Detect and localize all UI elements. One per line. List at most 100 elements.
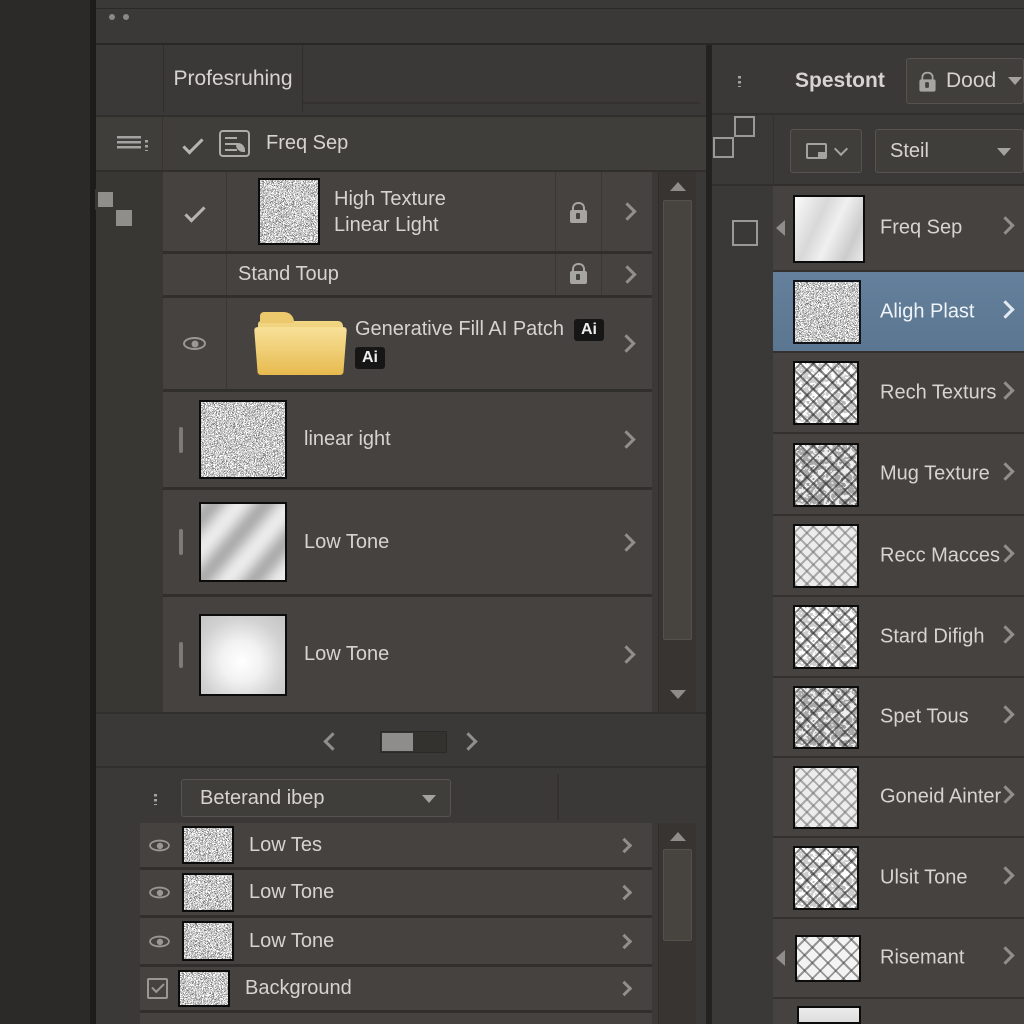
action-row-linear-ight[interactable]: linear ight [163,392,652,490]
chevron-right-icon[interactable] [996,946,1014,964]
layer-row-partial[interactable] [140,1013,652,1024]
chevron-right-icon[interactable] [617,430,635,448]
layer-thumbnail[interactable] [199,400,287,479]
layer-row-partial[interactable] [773,999,1024,1024]
list-options-icon[interactable] [117,136,141,151]
layer-row-freq-sep[interactable]: Freq Sep [773,186,1024,272]
collapse-triangle-icon[interactable] [776,220,785,236]
action-row-generative-fill[interactable]: Generative Fill AI Patch Ai Ai [163,298,652,392]
layer-row-ulsit-tone[interactable]: Ulsit Tone [773,838,1024,919]
layer-thumbnail[interactable] [793,766,859,829]
visibility-eye-icon[interactable] [149,887,170,899]
actions-scrollbar[interactable] [658,172,696,712]
chevron-right-icon[interactable] [617,334,635,352]
visibility-eye-icon[interactable] [149,935,170,947]
layer-row-aligh-plast[interactable]: Aligh Plast [773,272,1024,353]
chevron-right-icon[interactable] [996,625,1014,643]
set-enabled-checkmark[interactable] [182,133,203,154]
layer-thumbnail[interactable] [182,826,234,864]
chevron-right-icon[interactable] [996,866,1014,884]
action-row-high-texture[interactable]: High Texture Linear Light [163,172,652,254]
tab-profesruhing[interactable]: Profesruhing [163,45,303,112]
layer-name: Recc Macces [880,544,1000,567]
chevron-right-icon[interactable] [617,645,635,663]
collapse-triangle-icon[interactable] [776,950,785,966]
action-set-row[interactable]: Freq Sep [96,115,706,172]
layer-thumbnail[interactable] [797,1006,861,1024]
visibility-eye-icon[interactable] [183,337,206,350]
layer-thumbnail[interactable] [793,605,859,669]
pager-strip [96,712,706,766]
chevron-right-icon[interactable] [996,705,1014,723]
layer-thumbnail[interactable] [182,921,234,961]
lock-mode-button[interactable]: Dood [906,58,1024,104]
scroll-up-icon[interactable] [670,832,686,841]
layer-thumbnail[interactable] [793,443,859,507]
scrollbar-thumb[interactable] [663,849,692,941]
chevron-right-icon[interactable] [617,533,635,551]
layer-thumbnail[interactable] [178,970,230,1007]
style-dropdown-value: Steil [890,140,929,163]
chevron-right-icon[interactable] [996,462,1014,480]
dropdown-arrow-icon [1008,77,1022,85]
layer-thumbnail[interactable] [182,873,234,912]
layer-row-goneid-ainter[interactable]: Goneid Ainter [773,758,1024,838]
action-row-low-tone-2[interactable]: Low Tone [163,597,652,712]
chevron-right-icon[interactable] [617,981,633,997]
chevron-right-icon[interactable] [617,933,633,949]
layer-name: Background [245,977,352,1000]
layer-row-rech-texturs[interactable]: Rech Texturs [773,353,1024,434]
scroll-down-icon[interactable] [670,690,686,699]
blend-kind-dropdown[interactable] [790,129,862,173]
layer-row-risemant[interactable]: Risemant [773,919,1024,999]
layer-thumbnail[interactable] [793,524,859,588]
scroll-up-icon[interactable] [670,182,686,191]
layer-thumbnail[interactable] [793,280,861,344]
layers-filter-dropdown[interactable]: Beterand ibep [181,779,451,817]
panel-title: Spestont [795,69,885,93]
pager-track[interactable] [380,731,447,753]
layer-thumbnail[interactable] [199,614,287,696]
layer-row-stard-difigh[interactable]: Stard Difigh [773,597,1024,678]
layers-scrollbar[interactable] [658,823,696,1024]
style-dropdown[interactable]: Steil [875,129,1024,173]
layer-thumbnail[interactable] [793,846,859,910]
layer-thumbnail[interactable] [795,935,861,982]
folder-icon[interactable] [258,321,343,375]
chevron-right-icon[interactable] [996,381,1014,399]
layer-thumbnail[interactable] [258,178,320,245]
action-set-label[interactable]: Freq Sep [266,132,348,155]
layer-row-background[interactable]: Background [140,967,652,1013]
pager-prev-icon[interactable] [323,732,341,750]
chevron-right-icon[interactable] [618,265,636,283]
action-row-low-tone-1[interactable]: Low Tone [163,490,652,597]
chevron-right-icon[interactable] [996,300,1014,318]
chevron-right-icon[interactable] [617,885,633,901]
layer-checkbox[interactable] [147,978,168,999]
chevron-right-icon[interactable] [996,216,1014,234]
layer-thumbnail[interactable] [199,502,287,582]
layer-row-low-tone-b[interactable]: Low Tone [140,918,652,967]
pager-handle[interactable] [382,733,413,751]
lock-icon[interactable] [570,210,587,223]
chevron-right-icon[interactable] [617,837,633,853]
layer-row-spet-tous[interactable]: Spet Tous [773,678,1024,758]
layer-thumbnail[interactable] [793,361,859,425]
layer-thumbnail[interactable] [793,195,865,263]
actions-list-area: High Texture Linear Light Stand Toup [96,172,706,712]
layer-thumbnail[interactable] [793,686,859,749]
layer-row-low-tes[interactable]: Low Tes [140,823,652,870]
layer-row-recc-macces[interactable]: Recc Macces [773,516,1024,597]
action-row-stand-toup[interactable]: Stand Toup [163,254,652,298]
lock-icon[interactable] [570,271,587,284]
scrollbar-thumb[interactable] [663,200,692,640]
recompose-icon[interactable] [732,220,758,246]
pager-next-icon[interactable] [459,732,477,750]
layer-row-low-tone-a[interactable]: Low Tone [140,870,652,918]
chevron-right-icon[interactable] [618,202,636,220]
row-checkmark[interactable] [184,201,205,222]
layer-row-mug-texture[interactable]: Mug Texture [773,434,1024,516]
visibility-eye-icon[interactable] [149,839,170,851]
panel-grip-handle[interactable] [109,14,129,20]
lock-icon [919,79,935,91]
